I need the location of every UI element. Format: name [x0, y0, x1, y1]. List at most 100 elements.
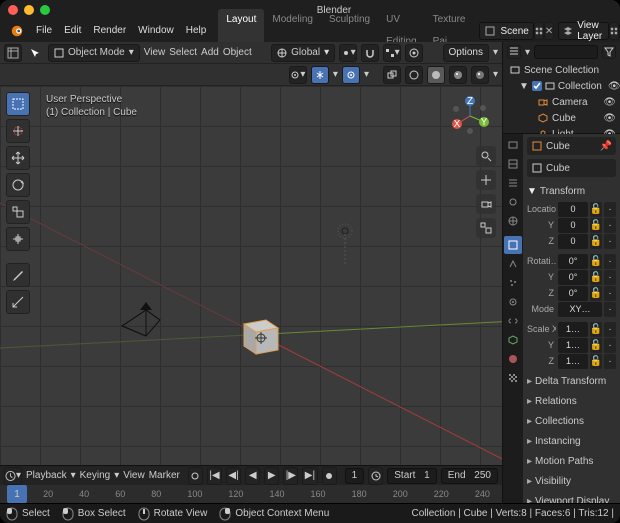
gizmo-toggle[interactable]	[311, 66, 329, 84]
panel-transform-heading[interactable]: ▼ Transform	[527, 183, 616, 199]
shading-rendered[interactable]	[471, 66, 489, 84]
close-window[interactable]	[8, 5, 18, 15]
tl-key-next[interactable]: |▶	[283, 467, 298, 485]
loc-x[interactable]: 0	[558, 202, 588, 217]
loc-z[interactable]: 0	[558, 234, 588, 249]
scene-new-button[interactable]: ✕	[544, 22, 554, 40]
snap-toggle[interactable]	[361, 44, 379, 62]
tl-key-prev[interactable]: ◀|	[226, 467, 241, 485]
panel-motionpaths[interactable]: ▸ Motion Paths	[527, 453, 616, 469]
panel-collections[interactable]: ▸ Collections	[527, 413, 616, 429]
rot-y[interactable]: 0°	[558, 270, 588, 285]
tl-play[interactable]: ▶	[264, 467, 279, 485]
tool-transform[interactable]	[6, 227, 30, 251]
panel-relations[interactable]: ▸ Relations	[527, 393, 616, 409]
cursor-tool-icon[interactable]	[26, 44, 44, 62]
tl-start[interactable]: Start 1	[387, 468, 436, 484]
object-cube[interactable]	[236, 308, 280, 350]
loc-y[interactable]: 0	[558, 218, 588, 233]
pivot-selector[interactable]: ▾	[339, 44, 357, 62]
scale-z[interactable]: 1…	[558, 354, 588, 369]
tl-record[interactable]	[322, 467, 337, 485]
outliner-search[interactable]	[534, 45, 598, 59]
tl-playhead[interactable]: 1	[7, 485, 27, 503]
prop-tab-particles[interactable]	[504, 274, 522, 292]
prop-tab-modifiers[interactable]	[504, 255, 522, 273]
tl-preview-range[interactable]	[368, 467, 383, 485]
prop-tab-physics[interactable]	[504, 293, 522, 311]
editor-type-timeline[interactable]: ▾	[4, 467, 22, 485]
object-camera[interactable]	[110, 298, 170, 343]
panel-visibility[interactable]: ▸ Visibility	[527, 473, 616, 489]
panel-delta-transform[interactable]: ▸ Delta Transform	[527, 373, 616, 389]
pin-icon[interactable]: 📌	[600, 141, 612, 152]
proportional-edit[interactable]	[405, 44, 423, 62]
shading-matcap[interactable]	[449, 66, 467, 84]
timeline-ruler[interactable]: 1 0 20 40 60 80 100 120 140 160 180 200 …	[0, 485, 502, 503]
rot-x[interactable]: 0°	[558, 254, 588, 269]
nav-camera[interactable]	[476, 194, 496, 214]
outliner-item-camera[interactable]: Camera 👁	[507, 94, 616, 110]
tl-play-rev[interactable]: ◀	[245, 467, 260, 485]
blender-logo-icon[interactable]	[4, 24, 30, 38]
menu-edit[interactable]: Edit	[58, 20, 87, 42]
prop-tab-render[interactable]	[504, 136, 522, 154]
panel-viewportdisplay[interactable]: ▸ Viewport Display	[527, 493, 616, 503]
prop-tab-material[interactable]	[504, 350, 522, 368]
eye-icon[interactable]: 👁	[603, 113, 616, 124]
rot-z[interactable]: 0°	[558, 286, 588, 301]
menu-help[interactable]: Help	[180, 20, 213, 42]
prop-tab-world[interactable]	[504, 212, 522, 230]
scene-selector[interactable]: Scene	[479, 22, 533, 40]
snap-type[interactable]: ▾	[383, 44, 401, 62]
prop-tab-data[interactable]	[504, 331, 522, 349]
minimize-window[interactable]	[24, 5, 34, 15]
header-options[interactable]: Options	[443, 44, 489, 62]
tl-jump-last[interactable]: ▶|	[302, 467, 317, 485]
tl-menu-marker[interactable]: Marker	[149, 470, 180, 481]
tl-menu-playback[interactable]: Playback	[26, 470, 67, 481]
overlay-toggle[interactable]	[342, 66, 360, 84]
editor-type-outliner[interactable]	[507, 45, 521, 59]
viewport-3d[interactable]: User Perspective (1) Collection | Cube	[0, 86, 502, 465]
orientation-selector[interactable]: Global▾	[271, 44, 335, 62]
outliner-scene-collection[interactable]: Scene Collection	[507, 62, 616, 78]
nav-zoom[interactable]	[476, 146, 496, 166]
prop-tab-scene[interactable]	[504, 193, 522, 211]
prop-tab-texture[interactable]	[504, 369, 522, 387]
tl-menu-keying[interactable]: Keying	[80, 470, 111, 481]
tool-move[interactable]	[6, 146, 30, 170]
editor-type-3dview[interactable]	[4, 44, 22, 62]
tl-end[interactable]: End 250	[441, 468, 498, 484]
prop-tab-viewlayer[interactable]	[504, 174, 522, 192]
tool-rotate[interactable]	[6, 173, 30, 197]
shading-wireframe[interactable]	[405, 66, 423, 84]
tool-cursor[interactable]	[6, 119, 30, 143]
eye-icon[interactable]: 👁	[603, 97, 616, 108]
tool-annotate[interactable]	[6, 263, 30, 287]
tl-current-frame[interactable]: 1	[345, 468, 365, 484]
object-visibility[interactable]: ▾	[289, 66, 307, 84]
tl-autokey[interactable]	[188, 467, 203, 485]
tool-select-box[interactable]	[6, 92, 30, 116]
panel-instancing[interactable]: ▸ Instancing	[527, 433, 616, 449]
eye-icon[interactable]: 👁	[608, 81, 620, 92]
nav-pan[interactable]	[476, 170, 496, 190]
collection-enable[interactable]	[532, 81, 542, 91]
prop-tab-constraints[interactable]	[504, 312, 522, 330]
prop-tab-object[interactable]	[504, 236, 522, 254]
viewport-menu-view[interactable]: View	[144, 47, 166, 58]
tool-measure[interactable]	[6, 290, 30, 314]
xray-toggle[interactable]	[383, 66, 401, 84]
object-light[interactable]	[330, 221, 360, 271]
rot-mode[interactable]: XY…	[558, 302, 602, 317]
nav-gizmo[interactable]: X Y Z	[448, 94, 492, 138]
view-layer-new-button[interactable]	[609, 22, 619, 40]
tool-scale[interactable]	[6, 200, 30, 224]
zoom-window[interactable]	[40, 5, 50, 15]
prop-tab-output[interactable]	[504, 155, 522, 173]
object-name-field[interactable]: Cube	[527, 159, 616, 177]
scale-y[interactable]: 1…	[558, 338, 588, 353]
outliner-filter[interactable]	[602, 45, 616, 59]
viewport-menu-add[interactable]: Add	[201, 47, 219, 58]
